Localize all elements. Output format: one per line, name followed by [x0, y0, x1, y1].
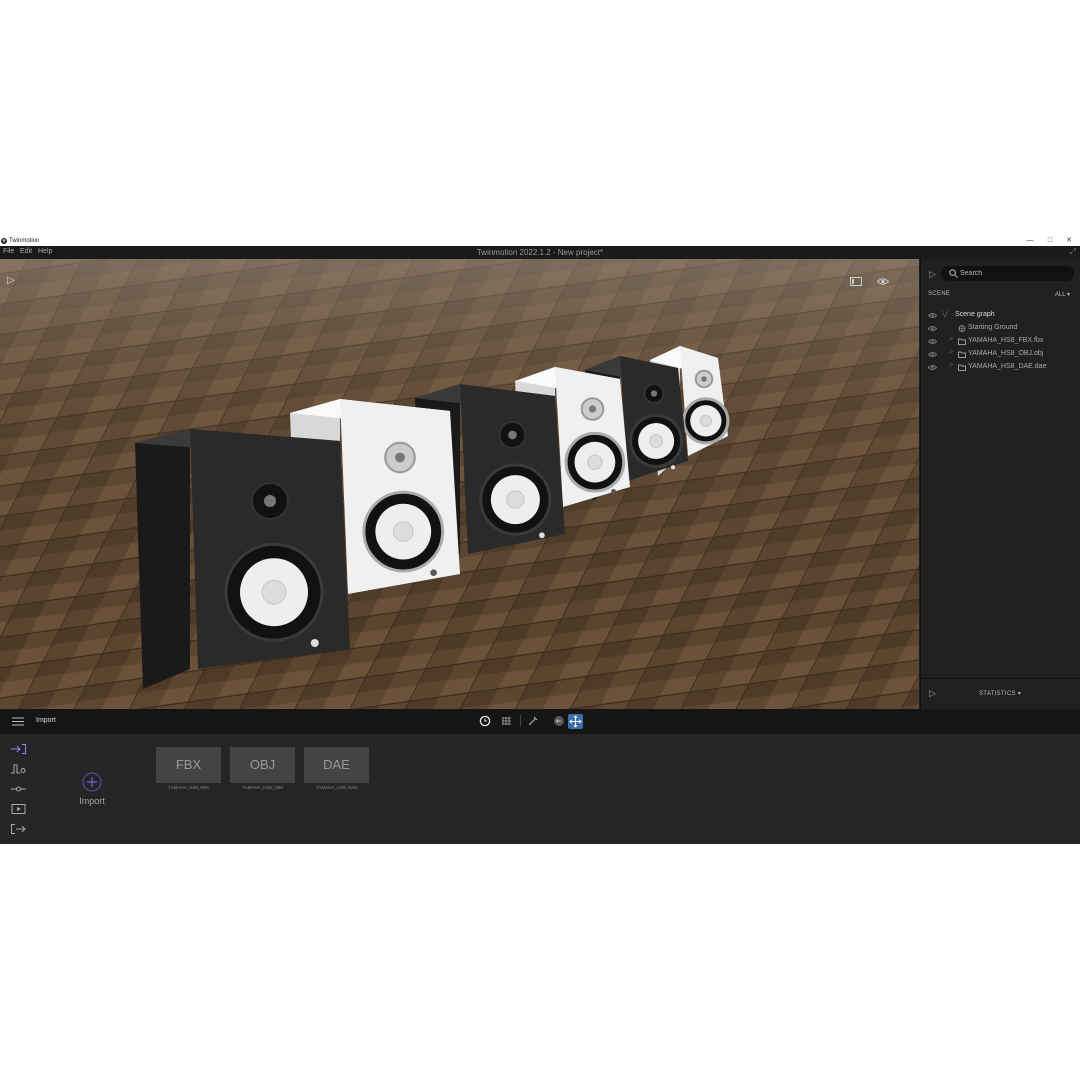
visibility-eye-icon[interactable]	[928, 338, 937, 345]
chevron-down-icon[interactable]: ⋁	[942, 310, 948, 318]
tweeter-dome	[701, 376, 707, 382]
brand-logo	[539, 532, 545, 539]
frame-icon[interactable]	[850, 277, 862, 286]
brand-logo	[670, 465, 676, 470]
tweeter-dome	[588, 405, 597, 413]
3d-viewport[interactable]: ▷	[0, 259, 919, 709]
folder-icon	[958, 338, 966, 345]
woofer-cap	[587, 454, 603, 470]
statistics-play-icon[interactable]: ▷	[929, 688, 936, 699]
chevron-right-icon[interactable]: >	[949, 349, 953, 356]
tree-row-starting-ground[interactable]: Starting Ground	[921, 323, 1080, 335]
scene-label: SCENE	[928, 291, 951, 297]
woofer-cap	[392, 521, 414, 542]
search-icon	[949, 269, 958, 278]
file-format-thumb: FBX	[156, 747, 221, 783]
brand-logo	[430, 569, 437, 576]
import-button[interactable]: Import	[72, 770, 112, 810]
os-app-name: Twinmotion	[9, 238, 40, 244]
file-format-thumb: OBJ	[230, 747, 295, 783]
woofer-cap	[699, 414, 712, 427]
tree-row-fbx[interactable]: > YAMAHA_HS8_FBX.fbx	[921, 336, 1080, 348]
viewport-play-icon[interactable]: ▷	[7, 275, 15, 286]
eye-icon[interactable]	[877, 277, 889, 286]
speaker-models[interactable]	[0, 259, 919, 709]
statistics-dropdown[interactable]: STATISTICS ▾	[979, 690, 1021, 697]
scene-panel: ▷ SCENE ALL ▾ ⋁ Scene graph Starting Gro…	[920, 259, 1080, 709]
chevron-right-icon[interactable]: >	[949, 362, 953, 369]
file-name: YAMAHA_HS8_DAE	[315, 785, 358, 790]
folder-icon	[958, 364, 966, 371]
tree-row-scene-graph[interactable]: ⋁ Scene graph	[921, 310, 1080, 322]
export-side-icon[interactable]	[11, 824, 26, 834]
import-side-icon[interactable]	[11, 744, 26, 754]
settings-side-icon[interactable]	[11, 784, 26, 794]
panel-collapse-icon[interactable]: ▷	[929, 269, 936, 280]
tree-row-dae[interactable]: > YAMAHA_HS8_DAE.dae	[921, 362, 1080, 374]
woofer-cap	[506, 490, 525, 509]
woofer-cap	[261, 579, 287, 605]
filter-dropdown[interactable]: ALL ▾	[1055, 291, 1070, 298]
context-side-icon[interactable]	[11, 764, 26, 774]
chevron-right-icon[interactable]: >	[949, 336, 953, 343]
minimize-button[interactable]: —	[1022, 236, 1038, 246]
eyedropper-icon[interactable]	[527, 715, 539, 727]
tree-label: YAMAHA_HS8_OBJ.obj	[968, 350, 1044, 357]
toolbar-separator	[520, 715, 521, 727]
speaker-black[interactable]	[135, 429, 350, 689]
maximize-button[interactable]: □	[1042, 236, 1058, 246]
folder-icon	[958, 351, 966, 358]
menu-bar: File Edit Help Twinmotion 2022.1.2 - New…	[0, 246, 1080, 259]
section-title: Import	[36, 717, 56, 724]
file-card-fbx[interactable]: FBX YAMAHA_HS8_FBX	[156, 747, 221, 797]
statistics-bar: ▷ STATISTICS ▾	[921, 678, 1080, 710]
tweeter-dome	[264, 495, 276, 507]
twinmotion-app: Twinmotion — □ ✕ File Edit Help Twinmoti…	[0, 236, 1080, 844]
window-title: Twinmotion 2022.1.2 - New project*	[476, 248, 604, 257]
file-card-dae[interactable]: DAE YAMAHA_HS8_DAE	[304, 747, 369, 797]
visibility-eye-icon[interactable]	[928, 364, 937, 371]
file-format-thumb: DAE	[304, 747, 369, 783]
main-toolbar: Import	[0, 709, 1080, 734]
rotate-tool-icon[interactable]	[553, 715, 565, 727]
move-tool-icon[interactable]	[568, 714, 583, 729]
visibility-eye-icon[interactable]	[928, 351, 937, 358]
speaker-side	[135, 429, 190, 689]
file-card-obj[interactable]: OBJ YAMAHA_HS8_OBJ	[230, 747, 295, 797]
tweeter-dome	[650, 390, 658, 397]
twinmotion-logo-icon	[1, 238, 7, 244]
tweeter-dome	[508, 430, 517, 440]
search-input[interactable]	[960, 267, 1068, 280]
visibility-eye-icon[interactable]	[928, 312, 937, 319]
search-box[interactable]	[941, 266, 1074, 281]
time-of-day-icon[interactable]	[479, 715, 491, 727]
tree-label: Scene graph	[955, 311, 995, 318]
import-label: Import	[79, 796, 105, 806]
close-button[interactable]: ✕	[1061, 236, 1077, 246]
brand-logo	[715, 442, 720, 446]
ground-icon	[958, 325, 966, 332]
tree-label: YAMAHA_HS8_DAE.dae	[968, 363, 1047, 370]
brand-logo	[310, 639, 319, 647]
tree-row-obj[interactable]: > YAMAHA_HS8_OBJ.obj	[921, 349, 1080, 361]
import-panel: Import FBX YAMAHA_HS8_FBX OBJ YAMAHA_HS8…	[0, 734, 1080, 844]
os-title-bar: Twinmotion — □ ✕	[0, 236, 1080, 246]
visibility-eye-icon[interactable]	[928, 325, 937, 332]
tree-label: YAMAHA_HS8_FBX.fbx	[968, 337, 1044, 344]
media-side-icon[interactable]	[11, 804, 26, 814]
file-name: YAMAHA_HS8_OBJ	[241, 785, 284, 790]
grid-icon[interactable]	[501, 715, 513, 727]
brand-logo	[611, 489, 616, 494]
woofer-cap	[649, 434, 663, 448]
fullscreen-icon[interactable]: ⤢	[1070, 247, 1076, 257]
add-icon	[82, 772, 102, 792]
tree-label: Starting Ground	[968, 324, 1018, 331]
tweeter-dome	[395, 452, 405, 463]
file-name: YAMAHA_HS8_FBX	[167, 785, 210, 790]
hamburger-menu-icon[interactable]	[12, 717, 24, 726]
